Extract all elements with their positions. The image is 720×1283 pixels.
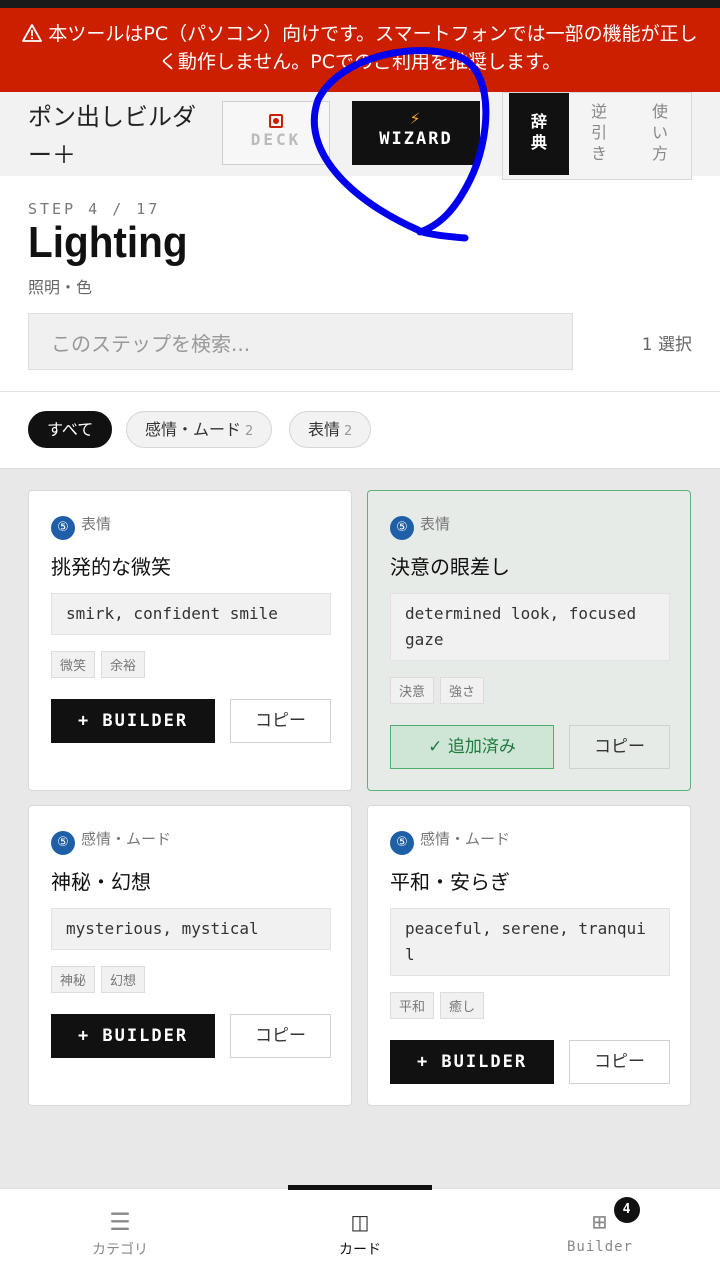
card-category: ⑤ 表情	[51, 513, 111, 540]
app-header: ポン出しビルダー＋ DECK ⚡ WIZARD 辞典 逆引き 使い方	[0, 92, 720, 180]
warning-triangle-icon	[22, 24, 43, 42]
deck-label: DECK	[250, 130, 302, 149]
tag-list: 平和 癒し	[390, 992, 490, 1019]
tag-list: 神秘 幻想	[51, 966, 151, 993]
tag: 強さ	[440, 677, 485, 704]
page-subtitle: 照明・色	[28, 278, 93, 297]
wizard-button[interactable]: ⚡ WIZARD	[352, 101, 480, 165]
tag: 余裕	[101, 651, 146, 678]
prompt-card-added: ⑤ 表情 決意の眼差し determined look, focused gaze…	[367, 490, 691, 791]
lightning-icon: ⚡	[409, 108, 423, 129]
copy-button[interactable]: コピー	[230, 699, 331, 743]
card-category: ⑤ 表情	[390, 513, 450, 540]
chip-count: 2	[245, 424, 254, 439]
step-number-icon: ⑤	[51, 831, 75, 855]
tag-list: 決意 強さ	[390, 677, 490, 704]
tag: 決意	[390, 677, 435, 704]
prompt-text: mysterious, mystical	[51, 908, 331, 950]
copy-button[interactable]: コピー	[569, 725, 670, 769]
deck-button[interactable]: DECK	[222, 101, 330, 165]
prompt-text: smirk, confident smile	[51, 593, 331, 635]
tag: 平和	[390, 992, 435, 1019]
mode-switcher: 辞典 逆引き 使い方	[502, 92, 692, 180]
step-number-icon: ⑤	[51, 516, 75, 540]
copy-button[interactable]: コピー	[569, 1040, 670, 1084]
prompt-card: ⑤ 表情 挑発的な微笑 smirk, confident smile 微笑 余裕 +…	[28, 490, 352, 791]
nav-label: Builder	[566, 1239, 633, 1255]
tab-dictionary[interactable]: 辞典	[509, 93, 569, 175]
step-number-icon: ⑤	[390, 831, 414, 855]
bottom-nav: ☰ カテゴリ ◫ カード ⊞ Builder 4	[0, 1185, 720, 1283]
step-number-icon: ⑤	[390, 516, 414, 540]
add-to-builder-button[interactable]: + BUILDER	[51, 699, 215, 743]
tag: 微笑	[51, 651, 96, 678]
tag: 癒し	[440, 992, 485, 1019]
page-title: Lighting	[28, 218, 188, 267]
nav-label: カード	[339, 1242, 381, 1258]
tab-reverse-lookup[interactable]: 逆引き	[569, 93, 629, 175]
add-to-builder-button[interactable]: + BUILDER	[51, 1014, 215, 1058]
nav-categories[interactable]: ☰ カテゴリ	[40, 1207, 200, 1259]
prompt-text: determined look, focused gaze	[390, 593, 670, 661]
active-tab-indicator	[288, 1185, 432, 1190]
divider	[0, 391, 720, 392]
menu-icon: ☰	[109, 1208, 131, 1236]
search-input[interactable]: このステップを検索...	[28, 313, 573, 370]
cards-icon: ◫	[350, 1210, 370, 1234]
app-title: ポン出しビルダー＋	[28, 103, 196, 169]
prompt-card: ⑤ 感情・ムード 平和・安らぎ peaceful, serene, tranqui…	[367, 805, 691, 1106]
pc-warning-banner: 本ツールはPC（パソコン）向けです。スマートフォンでは一部の機能が正しく動作しま…	[0, 8, 720, 92]
nav-cards[interactable]: ◫ カード	[280, 1207, 440, 1259]
filter-chip-emotion-mood[interactable]: 感情・ムード 2	[126, 411, 273, 448]
step-counter: STEP 4 / 17	[28, 200, 161, 218]
nav-label: カテゴリ	[92, 1242, 148, 1258]
wizard-label: WIZARD	[379, 129, 453, 149]
card-category: ⑤ 感情・ムード	[390, 828, 510, 855]
tag-list: 微笑 余裕	[51, 651, 151, 678]
tab-how-to-use[interactable]: 使い方	[630, 93, 690, 175]
nav-builder[interactable]: ⊞ Builder 4	[520, 1197, 680, 1255]
card-title: 挑発的な微笑	[51, 555, 171, 579]
warning-text: 本ツールはPC（パソコン）向けです。スマートフォンでは一部の機能が正しく動作しま…	[48, 23, 698, 73]
copy-button[interactable]: コピー	[230, 1014, 331, 1058]
tag: 神秘	[51, 966, 96, 993]
prompt-text: peaceful, serene, tranquil	[390, 908, 670, 976]
deck-icon	[269, 114, 283, 128]
grid-icon: ⊞	[592, 1208, 608, 1236]
card-title: 決意の眼差し	[390, 555, 510, 579]
filter-chip-expression[interactable]: 表情 2	[289, 411, 372, 448]
status-bar	[0, 0, 720, 8]
builder-count-badge: 4	[614, 1197, 640, 1223]
card-title: 神秘・幻想	[51, 870, 151, 894]
tag: 幻想	[101, 966, 146, 993]
add-to-builder-button[interactable]: + BUILDER	[390, 1040, 554, 1084]
card-category: ⑤ 感情・ムード	[51, 828, 171, 855]
card-title: 平和・安らぎ	[390, 870, 510, 894]
chip-count: 2	[344, 424, 353, 439]
added-button[interactable]: ✓ 追加済み	[390, 725, 554, 769]
filter-chip-all[interactable]: すべて	[28, 411, 113, 448]
prompt-card: ⑤ 感情・ムード 神秘・幻想 mysterious, mystical 神秘 幻想 …	[28, 805, 352, 1106]
selected-count: 1 選択	[641, 335, 692, 355]
